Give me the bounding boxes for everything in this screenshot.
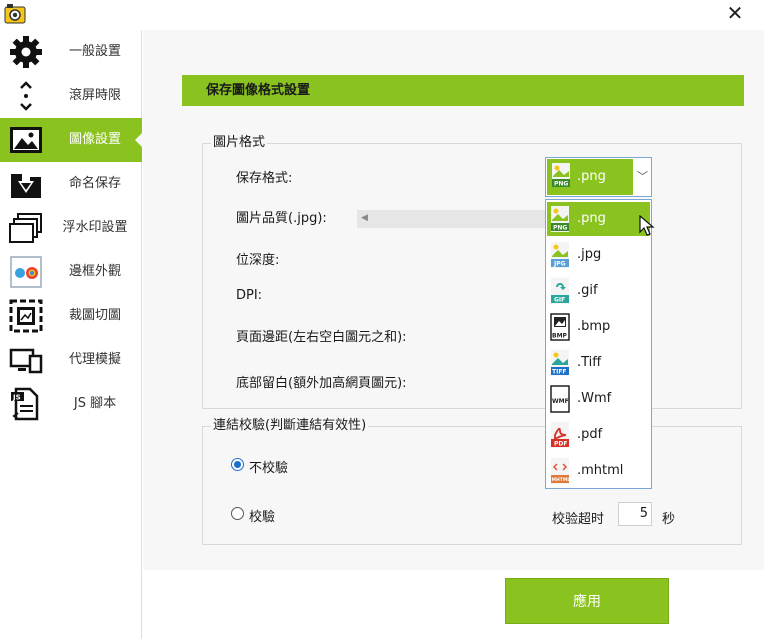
dpi-label: DPI:	[236, 288, 263, 303]
gif-file-icon: GIF	[551, 278, 569, 304]
sidebar-item-label: 邊框外觀	[68, 264, 121, 279]
sidebar-item-image-settings[interactable]: 圖像設置	[0, 118, 143, 162]
group-title: 圖片格式	[211, 135, 268, 151]
sidebar-item-label: 圖像設置	[68, 132, 121, 147]
png-file-icon: PNG	[551, 206, 569, 232]
sidebar-item-label: 裁圖切圖	[68, 308, 121, 323]
format-option-gif[interactable]: GIF .gif	[547, 274, 650, 308]
slider-left-arrow-icon[interactable]: ◀	[361, 213, 368, 223]
format-option-png[interactable]: PNG .png	[547, 202, 650, 236]
format-option-label: .pdf	[577, 427, 603, 442]
png-file-icon: PNG	[552, 163, 570, 188]
svg-text:GIF: GIF	[554, 297, 565, 304]
svg-text:BMP: BMP	[552, 333, 568, 340]
camera-app-icon	[4, 4, 26, 24]
footer: 應用	[143, 570, 764, 639]
scroll-arrows-icon	[20, 81, 32, 111]
close-button[interactable]: ✕	[722, 2, 748, 26]
format-option-wmf[interactable]: WMF .Wmf	[547, 382, 650, 416]
watermark-layers-icon	[9, 213, 42, 243]
pdf-file-icon: PDF	[551, 422, 569, 448]
check-label[interactable]: 校驗	[249, 506, 275, 525]
format-option-tiff[interactable]: TIFF .Tiff	[547, 346, 650, 380]
browser-frame-icon	[10, 256, 42, 288]
image-icon	[10, 127, 42, 153]
format-option-pdf[interactable]: PDF .pdf	[547, 418, 650, 452]
bit-depth-label: 位深度:	[236, 253, 280, 268]
svg-text:MHTML: MHTML	[552, 477, 571, 483]
js-script-icon: JS	[11, 387, 39, 421]
no-check-label[interactable]: 不校驗	[249, 457, 288, 476]
timeout-label: 校验超时	[552, 512, 605, 527]
format-select-text: .png	[577, 169, 606, 184]
svg-text:PNG: PNG	[553, 225, 567, 232]
format-option-label: .bmp	[577, 319, 611, 334]
chevron-down-icon[interactable]: ﹀	[634, 158, 651, 196]
page-margin-label: 頁面邊距(左右空白圖元之和):	[236, 330, 407, 345]
group-title: 連結校驗(判斷連結有效性)	[211, 418, 369, 434]
sidebar-item-crop-slice[interactable]: 裁圖切圖	[0, 294, 142, 338]
svg-text:PNG: PNG	[554, 181, 568, 188]
title-bar: ✕	[0, 0, 764, 30]
svg-text:JPG: JPG	[553, 261, 566, 268]
sidebar-item-js-script[interactable]: JS JS 腳本	[0, 382, 142, 426]
section-header: 保存圖像格式設置	[182, 75, 744, 106]
timeout-input[interactable]: 5	[618, 502, 652, 526]
quality-slider[interactable]: ◀	[357, 210, 547, 228]
link-check-group: 連結校驗(判斷連結有效性)	[202, 418, 742, 545]
crop-icon	[9, 299, 43, 333]
sidebar-item-watermark[interactable]: 浮水印設置	[0, 206, 142, 250]
svg-text:JS: JS	[12, 394, 21, 402]
mouse-cursor-icon	[639, 215, 655, 236]
svg-text:PDF: PDF	[554, 441, 567, 448]
jpg-file-icon: JPG	[551, 242, 569, 268]
format-option-jpg[interactable]: JPG .jpg	[547, 238, 650, 272]
format-select-value[interactable]: PNG .png	[547, 159, 633, 195]
format-option-bmp[interactable]: BMP .bmp	[547, 310, 650, 344]
format-option-label: .jpg	[577, 247, 602, 262]
format-option-mhtml[interactable]: MHTML .mhtml	[547, 454, 650, 488]
format-option-label: .Tiff	[577, 355, 602, 370]
svg-text:TIFF: TIFF	[552, 369, 567, 376]
sidebar-item-naming-save[interactable]: 命名保存	[0, 162, 142, 206]
section-title: 保存圖像格式設置	[206, 83, 311, 98]
check-radio[interactable]	[231, 507, 244, 520]
apply-button[interactable]: 應用	[505, 578, 669, 624]
sidebar-item-scroll-time[interactable]: 滾屏時限	[0, 74, 142, 118]
mhtml-file-icon: MHTML	[551, 458, 571, 484]
sidebar: 一般設置 滾屏時限 圖像設置 命名保存 浮水印設置 邊框外觀 裁圖切圖 代理模擬…	[0, 30, 143, 639]
sidebar-item-label: 代理模擬	[68, 352, 121, 367]
save-folder-icon	[11, 169, 41, 198]
svg-text:WMF: WMF	[552, 398, 569, 405]
gear-icon	[10, 36, 42, 68]
tiff-file-icon: TIFF	[551, 350, 569, 376]
format-option-label: .mhtml	[577, 463, 624, 478]
bottom-margin-label: 底部留白(額外加高網頁圖元):	[236, 376, 407, 391]
quality-label: 圖片品質(.jpg):	[236, 211, 327, 226]
bmp-file-icon: BMP	[550, 313, 570, 341]
save-format-label: 保存格式:	[236, 171, 293, 186]
format-option-label: .png	[577, 211, 606, 226]
format-select[interactable]: PNG .png ﹀	[545, 157, 652, 197]
sidebar-item-label: 一般設置	[68, 44, 121, 59]
sidebar-item-label: JS 腳本	[73, 396, 117, 411]
sidebar-item-label: 滾屏時限	[68, 88, 121, 103]
sidebar-item-label: 浮水印設置	[62, 220, 128, 235]
format-option-label: .gif	[577, 283, 598, 298]
timeout-unit: 秒	[662, 512, 676, 527]
proxy-devices-icon	[9, 348, 43, 374]
sidebar-item-proxy-simulate[interactable]: 代理模擬	[0, 338, 142, 382]
wmf-file-icon: WMF	[550, 385, 570, 413]
sidebar-item-general[interactable]: 一般設置	[0, 30, 142, 74]
sidebar-item-border-appearance[interactable]: 邊框外觀	[0, 250, 142, 294]
no-check-radio[interactable]	[231, 458, 244, 471]
format-option-label: .Wmf	[577, 391, 612, 406]
format-dropdown-list: PNG .png JPG .jpg GIF .gif BMP .bmp TIFF…	[545, 199, 652, 489]
sidebar-item-label: 命名保存	[68, 176, 121, 191]
settings-panel: 保存圖像格式設置 圖片格式 保存格式: 圖片品質(.jpg): ◀ 位深度: D…	[143, 30, 764, 570]
